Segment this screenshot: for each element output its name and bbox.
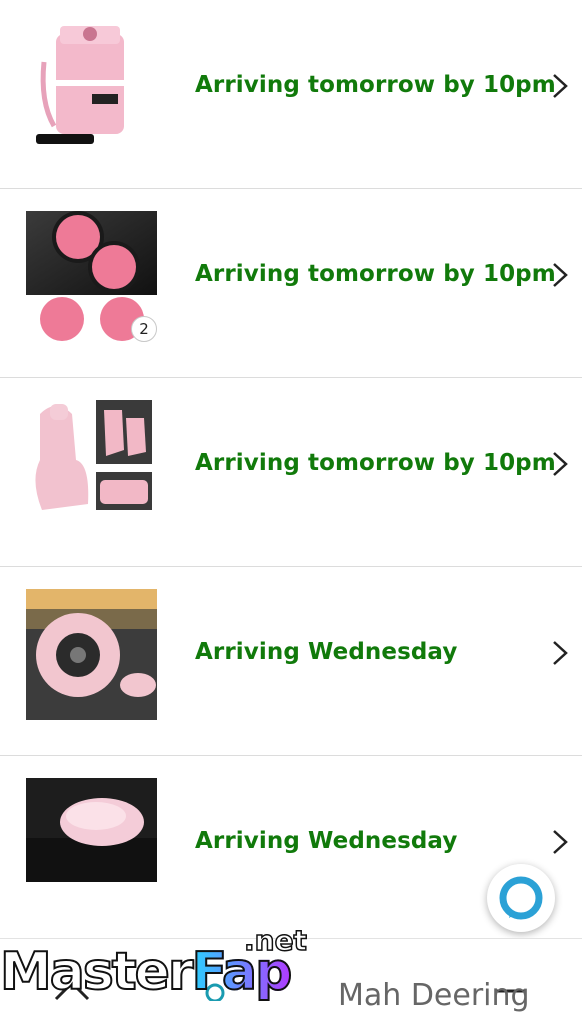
home-icon[interactable] xyxy=(52,977,92,1001)
pink-car-trash-can-icon xyxy=(26,22,157,153)
order-row[interactable]: Arriving Wednesday xyxy=(0,567,582,756)
chevron-right-icon[interactable] xyxy=(550,828,570,856)
delivery-status: Arriving tomorrow by 10pm xyxy=(195,261,556,287)
orders-list: Arriving tomorrow by 10pm 2 Arriving tom… xyxy=(0,0,582,945)
chevron-right-icon[interactable] xyxy=(550,639,570,667)
account-icon[interactable] xyxy=(200,981,230,1001)
order-row[interactable]: Arriving tomorrow by 10pm xyxy=(0,378,582,567)
pink-fluffy-steering-wheel-cover-icon xyxy=(26,589,157,720)
delivery-status: Arriving tomorrow by 10pm xyxy=(195,450,556,476)
pink-fluffy-armrest-cover-icon xyxy=(26,778,157,909)
chevron-right-icon[interactable] xyxy=(550,450,570,478)
delivery-status: Arriving Wednesday xyxy=(195,639,458,665)
pink-car-seat-cover-icon xyxy=(26,400,157,531)
alexa-button[interactable] xyxy=(487,864,555,932)
order-row[interactable]: 2 Arriving tomorrow by 10pm xyxy=(0,189,582,378)
delivery-status: Arriving Wednesday xyxy=(195,828,458,854)
quantity-badge: 2 xyxy=(131,316,157,342)
greeting-text: Mah Deering xyxy=(338,978,530,1013)
pink-cup-holder-coasters-icon: 2 xyxy=(26,211,157,342)
chevron-right-icon[interactable] xyxy=(550,72,570,100)
chevron-right-icon[interactable] xyxy=(550,261,570,289)
alexa-icon xyxy=(499,876,543,920)
order-row[interactable]: Arriving tomorrow by 10pm xyxy=(0,0,582,189)
delivery-status: Arriving tomorrow by 10pm xyxy=(195,72,556,98)
